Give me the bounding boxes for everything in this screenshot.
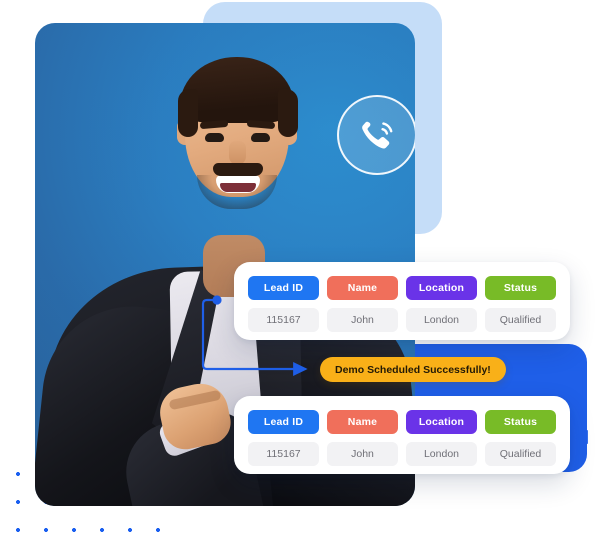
hair-side-right: [278, 89, 298, 137]
table-row: 115167 John London Qualified: [248, 308, 556, 332]
cell-status: Qualified: [485, 442, 556, 466]
cell-lead-id: 115167: [248, 442, 319, 466]
eye-left: [205, 133, 224, 142]
cell-location: London: [406, 442, 477, 466]
table-row: 115167 John London Qualified: [248, 442, 556, 466]
cell-status: Qualified: [485, 308, 556, 332]
eye-right: [251, 133, 270, 142]
hair-side-left: [178, 89, 198, 137]
mouth-inner: [220, 183, 256, 192]
column-header-lead-id[interactable]: Lead ID: [248, 276, 319, 300]
column-header-name[interactable]: Name: [327, 410, 398, 434]
column-header-status[interactable]: Status: [485, 276, 556, 300]
table-header-row: Lead ID Name Location Status: [248, 410, 556, 434]
column-header-name[interactable]: Name: [327, 276, 398, 300]
status-badge-demo-scheduled: Demo Scheduled Successfully!: [320, 357, 506, 382]
column-header-location[interactable]: Location: [406, 276, 477, 300]
illustration-canvas: Lead ID Name Location Status 115167 John…: [0, 0, 600, 549]
cell-name: John: [327, 442, 398, 466]
cell-lead-id: 115167: [248, 308, 319, 332]
phone-call-icon: [337, 95, 415, 175]
cell-location: London: [406, 308, 477, 332]
lead-card-top[interactable]: Lead ID Name Location Status 115167 John…: [234, 262, 570, 340]
column-header-location[interactable]: Location: [406, 410, 477, 434]
lead-card-bottom[interactable]: Lead ID Name Location Status 115167 John…: [234, 396, 570, 474]
table-header-row: Lead ID Name Location Status: [248, 276, 556, 300]
mustache: [213, 163, 263, 176]
column-header-status[interactable]: Status: [485, 410, 556, 434]
column-header-lead-id[interactable]: Lead ID: [248, 410, 319, 434]
cell-name: John: [327, 308, 398, 332]
nose: [229, 141, 246, 165]
